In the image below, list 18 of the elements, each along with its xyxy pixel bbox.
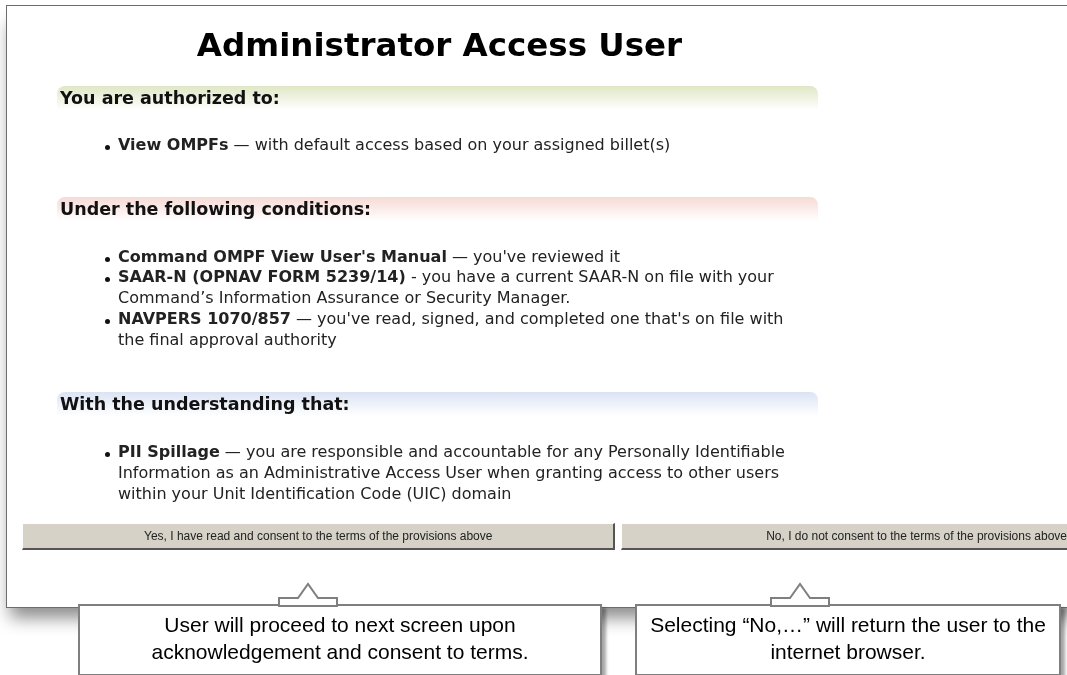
bullet-icon (105, 145, 110, 150)
section-heading: You are authorized to: (57, 86, 818, 110)
callout-box: Selecting “No,…” will return the user to the internet browser. (635, 604, 1061, 675)
bullet-icon (105, 452, 110, 458)
decline-button[interactable]: No, I do not consent to the terms of the provisions above (621, 523, 1067, 551)
callout-box: User will proceed to next screen upon acknowledgement and consent to terms. (78, 604, 602, 675)
list-item-text: SAAR-N (OPNAV FORM 5239/14) - you have a current SAAR-N on file with your Command’s Information Assurance or Security Manager. (118, 267, 775, 309)
bullet-icon (105, 256, 110, 262)
bullet-icon (105, 277, 110, 283)
list-item-text: Command OMPF View User's Manual — you've reviewed it (118, 246, 620, 268)
list-item-text: PII Spillage — you are responsible and accountable for any Personally Identifiable Information as an Administrative Access User when granting access to other users within your Unit Identification Code (UIC) domain (118, 442, 786, 505)
section-heading: With the understanding that: (57, 392, 818, 417)
list-item-text: View OMPFs — with default access based on your assigned billet(s) (118, 135, 671, 156)
bullet-icon (105, 318, 110, 324)
list-item-text: NAVPERS 1070/857 — you've read, signed, and completed one that's on file with the final approval authority (118, 308, 785, 351)
consent-button[interactable]: Yes, I have read and consent to the terms of the provisions above (22, 523, 616, 551)
section-heading: Under the following conditions: (57, 196, 818, 221)
page-title: Administrator Access User (195, 25, 684, 64)
